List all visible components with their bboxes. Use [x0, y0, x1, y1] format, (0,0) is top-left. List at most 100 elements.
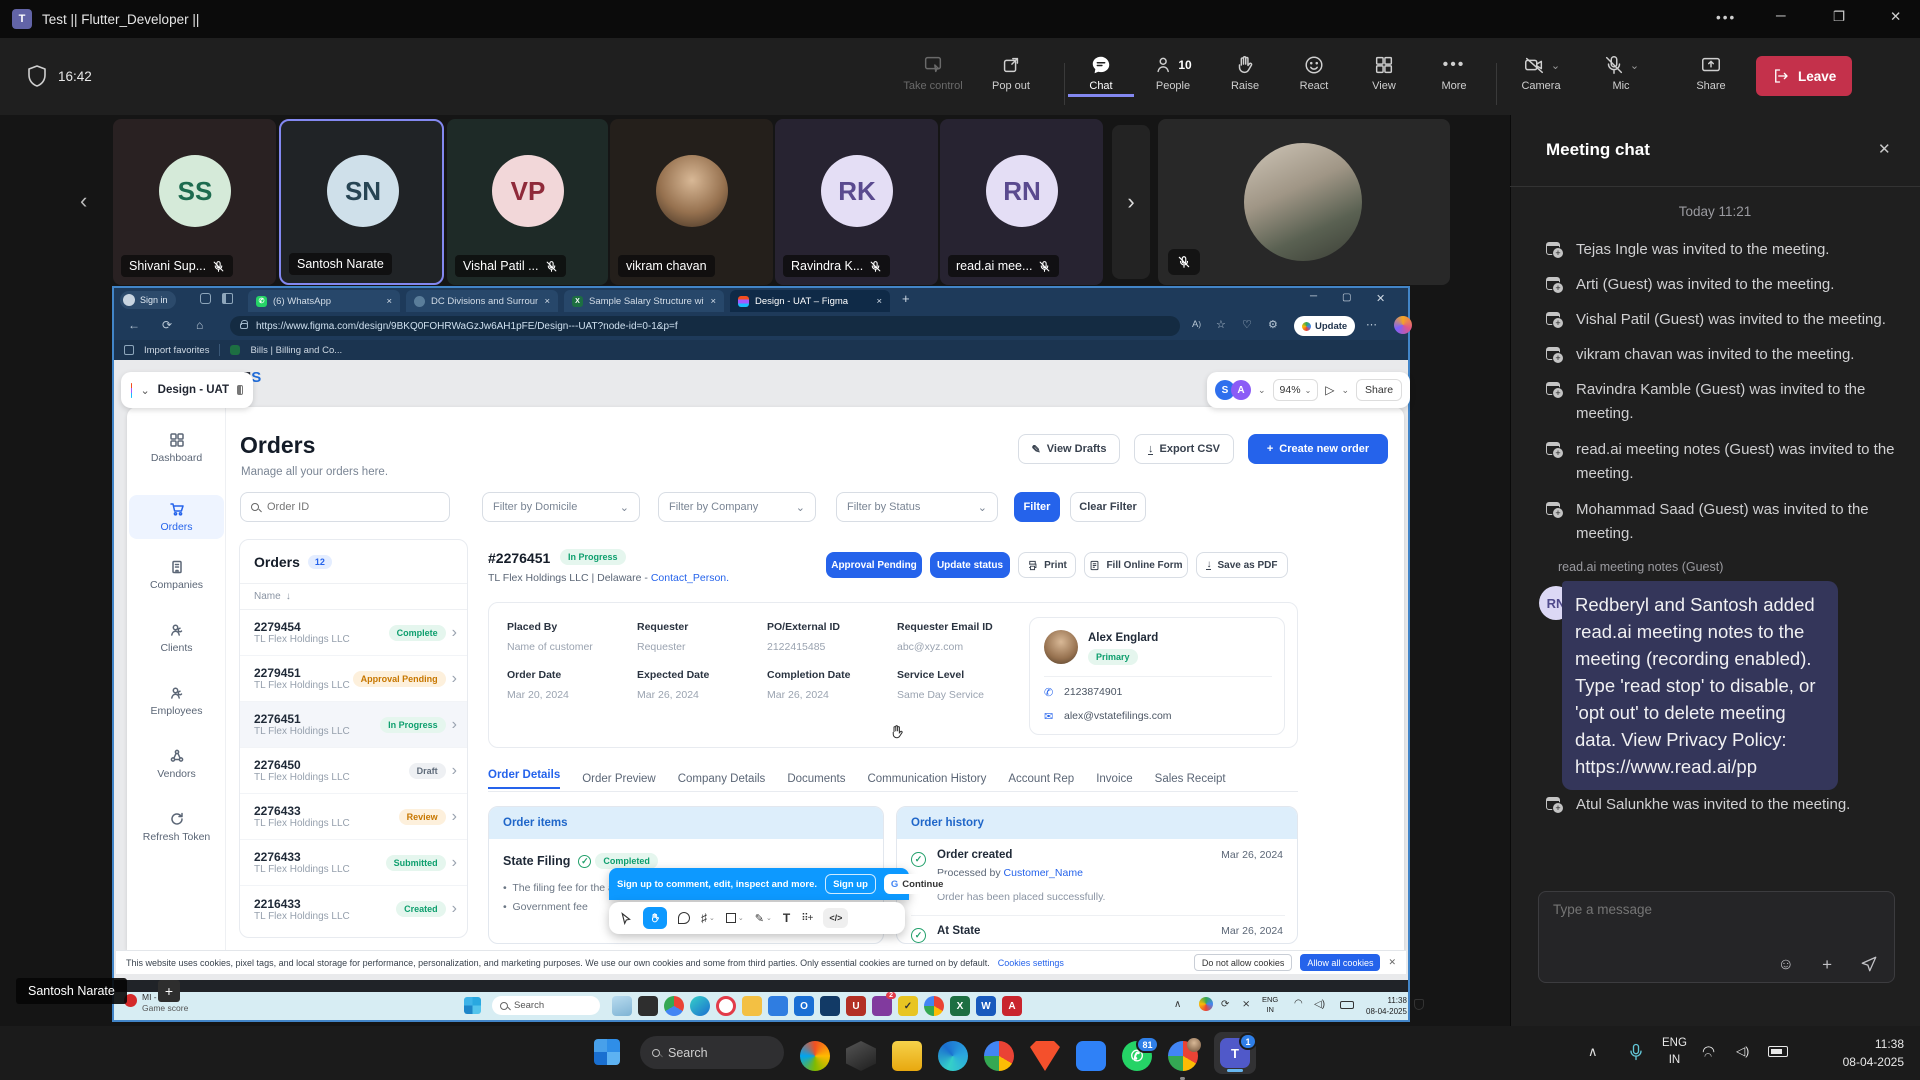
people-button[interactable]: 10 People [1140, 54, 1206, 92]
excel-icon[interactable]: X [950, 996, 970, 1016]
pdf-icon[interactable]: A [1002, 996, 1022, 1016]
sidebar-item-employees[interactable]: Employees [129, 685, 224, 717]
send-icon[interactable] [1860, 955, 1878, 973]
defender-icon[interactable]: U [846, 996, 866, 1016]
play-icon[interactable]: ▷ [1325, 383, 1334, 397]
shared-language-indicator[interactable]: ENGIN [1262, 995, 1278, 1015]
volume-icon[interactable]: ◁) [1736, 1044, 1749, 1058]
fill-online-form-button[interactable]: Fill Online Form [1084, 552, 1188, 578]
text-tool-icon[interactable]: T [783, 911, 790, 925]
filter-button[interactable]: Filter [1014, 492, 1060, 522]
chat-input-box[interactable]: ☺ + [1538, 891, 1895, 983]
notification-bell-icon[interactable] [1414, 999, 1424, 1010]
word-icon[interactable]: W [976, 996, 996, 1016]
allow-cookies-button[interactable]: Allow all cookies [1300, 954, 1380, 971]
video-tile-active[interactable]: SN Santosh Narate [279, 119, 444, 285]
react-button[interactable]: React [1281, 54, 1347, 92]
tab-company-details[interactable]: Company Details [678, 773, 766, 785]
figma-file-pill[interactable]: ⌄ Design - UAT [121, 372, 253, 408]
attach-plus-icon[interactable]: + [1822, 955, 1832, 975]
create-order-button[interactable]: +Create new order [1248, 434, 1388, 464]
contact-email[interactable]: alex@vstatefilings.com [1064, 710, 1172, 722]
chrome-icon[interactable] [924, 996, 944, 1016]
tray-refresh-icon[interactable]: ⟳ [1221, 999, 1229, 1010]
sidebar-item-refresh-token[interactable]: Refresh Token [129, 811, 224, 843]
browser-tab-active[interactable]: Design - UAT – Figma× [730, 290, 890, 312]
tray-chevron-icon[interactable]: ∧ [1174, 999, 1181, 1010]
tab-account-rep[interactable]: Account Rep [1008, 773, 1074, 785]
zoom-plus-button[interactable]: + [158, 980, 180, 1002]
mic-button[interactable]: ⌄ Mic [1588, 54, 1654, 92]
edge-icon[interactable] [690, 996, 710, 1016]
address-bar[interactable]: https://www.figma.com/design/9BKQ0FOHRWa… [230, 316, 1180, 336]
read-aloud-icon[interactable]: A) [1192, 319, 1201, 330]
tiles-scroll-left-icon[interactable]: ‹ [80, 188, 87, 214]
shape-tool-icon[interactable]: ⌄ [726, 913, 744, 923]
layout-panel-icon[interactable] [237, 385, 243, 395]
order-row[interactable]: 2216433TL Flex Holdings LLC Created› [240, 886, 467, 932]
store-icon[interactable] [768, 996, 788, 1016]
home-icon[interactable]: ⌂ [196, 318, 203, 332]
save-as-pdf-button[interactable]: ↓Save as PDF [1196, 552, 1288, 578]
update-browser-button[interactable]: Update [1294, 316, 1355, 336]
print-button[interactable]: Print [1018, 552, 1076, 578]
shared-search-box[interactable]: Search [492, 996, 600, 1015]
browser-minimize-icon[interactable]: ─ [1310, 291, 1317, 302]
sidebar-item-orders[interactable]: Orders [129, 495, 224, 539]
gem-app-icon[interactable] [846, 1041, 876, 1071]
chrome-icon[interactable] [664, 996, 684, 1016]
wifi-icon[interactable]: ◠◠ [1702, 1042, 1723, 1060]
video-tile[interactable]: vikram chavan [610, 119, 773, 285]
chrome-icon[interactable] [984, 1041, 1014, 1071]
google-continue-button[interactable]: GContinue [884, 874, 951, 894]
sidebar-item-clients[interactable]: Clients [129, 622, 224, 654]
order-row-selected[interactable]: 2276451TL Flex Holdings LLC In Progress› [240, 702, 467, 748]
browser-profile-avatar[interactable] [1394, 316, 1412, 334]
sidebar-item-vendors[interactable]: Vendors [129, 748, 224, 780]
tab-order-preview[interactable]: Order Preview [582, 773, 656, 785]
tab-close-icon[interactable]: × [386, 296, 392, 307]
order-row[interactable]: 2276450TL Flex Holdings LLC Draft› [240, 748, 467, 794]
maximize-icon[interactable]: ❐ [1833, 9, 1845, 25]
contact-person-link[interactable]: Contact_Person. [651, 572, 729, 584]
order-row[interactable]: 2276433TL Flex Holdings LLC Submitted› [240, 840, 467, 886]
video-tile[interactable]: VP Vishal Patil ... [447, 119, 608, 285]
language-indicator[interactable]: ENGIN [1662, 1035, 1687, 1069]
battery-icon[interactable] [1768, 1046, 1788, 1057]
refresh-icon[interactable]: ⟳ [162, 318, 172, 332]
tab-communication-history[interactable]: Communication History [867, 773, 986, 785]
tray-chevron-icon[interactable]: ∧ [1588, 1044, 1598, 1060]
frame-tool-icon[interactable]: ♯⌄ [701, 911, 715, 925]
browser-essentials-icon[interactable]: ♡ [1242, 318, 1252, 331]
file-explorer-icon[interactable] [742, 996, 762, 1016]
teams-taskbar-icon[interactable]: T1 [1214, 1032, 1256, 1074]
browser-close-icon[interactable]: ✕ [1376, 292, 1385, 305]
presenter-tile[interactable] [1158, 119, 1450, 285]
tray-sync-icon[interactable] [1199, 997, 1213, 1011]
filter-status-select[interactable]: Filter by Status⌄ [836, 492, 998, 522]
tab-close-icon[interactable]: × [876, 296, 882, 307]
clear-filter-button[interactable]: Clear Filter [1070, 492, 1146, 522]
pen-tool-icon[interactable]: ✎⌄ [755, 912, 772, 925]
filter-company-select[interactable]: Filter by Company⌄ [658, 492, 816, 522]
sidebar-item-dashboard[interactable]: Dashboard [129, 432, 224, 464]
sidebar-item-companies[interactable]: Companies [129, 559, 224, 591]
browser-menu-icon[interactable]: ⋯ [1366, 318, 1378, 331]
cursor-tool-icon[interactable] [619, 912, 632, 925]
outlook-icon[interactable]: O [794, 996, 814, 1016]
tab-order-details[interactable]: Order Details [488, 769, 560, 789]
more-button[interactable]: ••• More [1421, 54, 1487, 92]
camera-button[interactable]: ⌄ Camera [1508, 54, 1574, 92]
volume-icon[interactable]: ◁) [1314, 999, 1325, 1010]
minimize-icon[interactable]: ─ [1776, 8, 1786, 23]
comment-tool-icon[interactable] [678, 912, 690, 924]
sign-up-button[interactable]: Sign up [825, 874, 876, 894]
bookmark-item[interactable]: Bills | Billing and Co... [250, 345, 342, 356]
opera-icon[interactable] [716, 996, 736, 1016]
order-row[interactable]: 2279454TL Flex Holdings LLC Complete› [240, 610, 467, 656]
close-icon[interactable]: ✕ [1890, 9, 1901, 25]
chevron-down-icon[interactable]: ⌄ [1342, 385, 1350, 396]
file-explorer-icon[interactable] [892, 1041, 922, 1071]
browser-signin-button[interactable]: Sign in [120, 291, 176, 309]
wifi-icon[interactable]: ◠ [1294, 998, 1303, 1009]
